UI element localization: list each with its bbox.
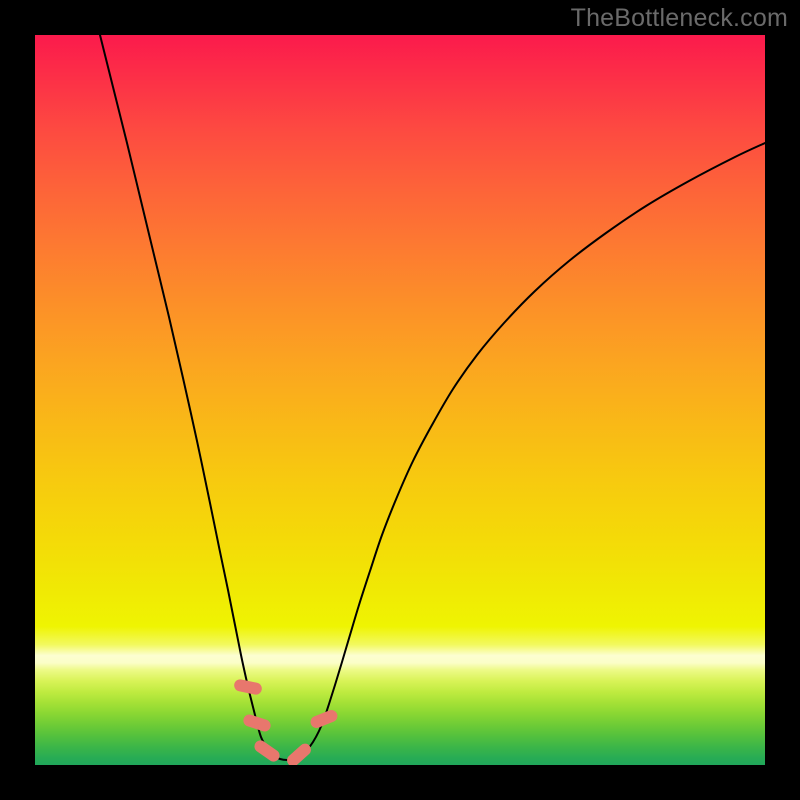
chart-background-gradient: [35, 35, 765, 765]
chart-frame: [35, 35, 765, 765]
watermark-text: TheBottleneck.com: [571, 4, 788, 33]
